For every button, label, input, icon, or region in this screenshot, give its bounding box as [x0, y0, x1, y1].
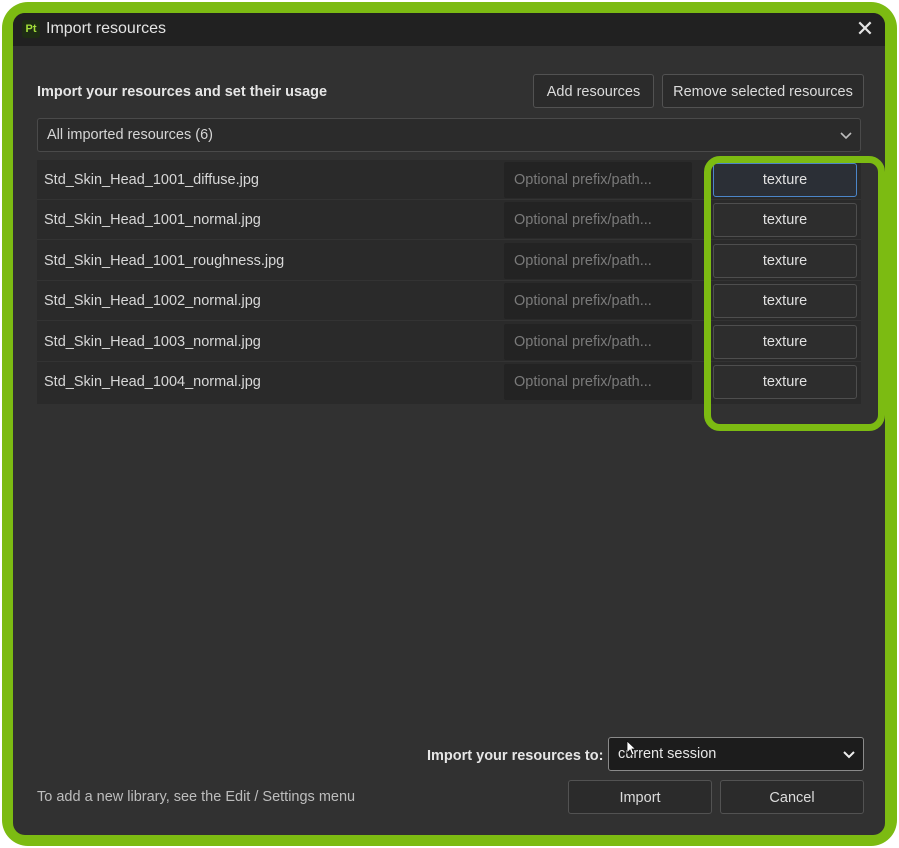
destination-dropdown[interactable]: current session [608, 737, 864, 771]
resource-filename: Std_Skin_Head_1003_normal.jpg [44, 334, 261, 350]
prefix-input[interactable]: Optional prefix/path... [504, 364, 692, 400]
prefix-placeholder: Optional prefix/path... [514, 212, 652, 228]
resource-filename: Std_Skin_Head_1001_roughness.jpg [44, 253, 285, 269]
section-heading: Import your resources and set their usag… [37, 84, 328, 100]
resource-filter-dropdown[interactable]: All imported resources (6) [37, 118, 861, 152]
prefix-input[interactable]: Optional prefix/path... [504, 324, 692, 360]
prefix-placeholder: Optional prefix/path... [514, 374, 652, 390]
library-hint: To add a new library, see the Edit / Set… [37, 789, 356, 805]
prefix-input[interactable]: Optional prefix/path... [504, 243, 692, 279]
prefix-placeholder: Optional prefix/path... [514, 172, 652, 188]
close-icon[interactable]: ✕ [853, 17, 877, 41]
resource-filename: Std_Skin_Head_1002_normal.jpg [44, 293, 261, 309]
import-button[interactable]: Import [568, 780, 712, 814]
usage-column-highlight [704, 156, 885, 431]
painter-app-icon: Pt [22, 20, 40, 38]
prefix-input[interactable]: Optional prefix/path... [504, 162, 692, 198]
chevron-down-icon [843, 751, 855, 759]
destination-label: Import your resources to: [427, 748, 604, 764]
mouse-cursor-icon [626, 740, 636, 756]
cancel-button[interactable]: Cancel [720, 780, 864, 814]
prefix-placeholder: Optional prefix/path... [514, 334, 652, 350]
filter-selected-value: All imported resources (6) [47, 127, 213, 143]
prefix-placeholder: Optional prefix/path... [514, 253, 652, 269]
resource-filename: Std_Skin_Head_1004_normal.jpg [44, 374, 261, 390]
prefix-placeholder: Optional prefix/path... [514, 293, 652, 309]
chevron-down-icon [840, 132, 852, 140]
resource-filename: Std_Skin_Head_1001_normal.jpg [44, 212, 261, 228]
prefix-input[interactable]: Optional prefix/path... [504, 283, 692, 319]
remove-selected-resources-button[interactable]: Remove selected resources [662, 74, 864, 108]
resource-filename: Std_Skin_Head_1001_diffuse.jpg [44, 172, 259, 188]
add-resources-button[interactable]: Add resources [533, 74, 654, 108]
title-bar: Pt Import resources ✕ [13, 13, 885, 46]
prefix-input[interactable]: Optional prefix/path... [504, 202, 692, 238]
window-title: Import resources [46, 20, 167, 37]
import-resources-dialog: Pt Import resources ✕ Import your resour… [13, 13, 885, 835]
